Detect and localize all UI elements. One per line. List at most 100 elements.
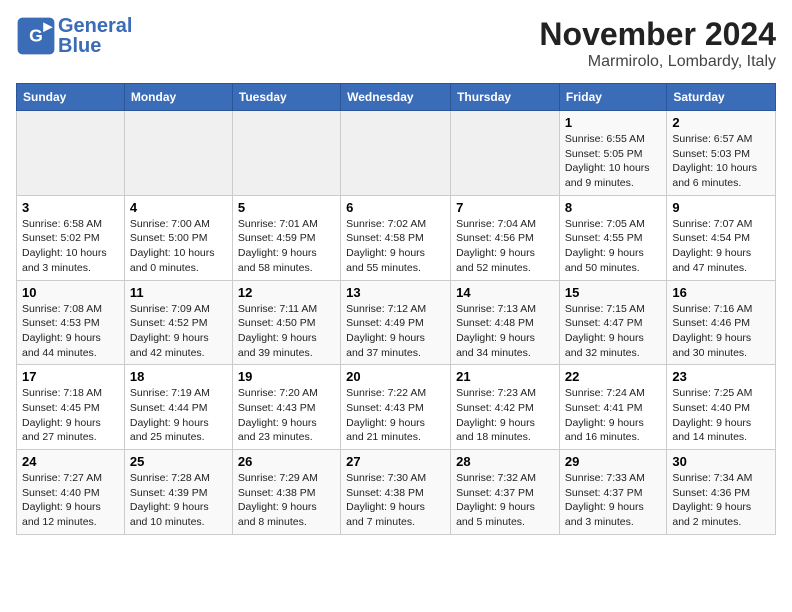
day-info: Sunrise: 7:02 AM Sunset: 4:58 PM Dayligh… [346, 217, 445, 276]
calendar-cell: 29 Sunrise: 7:33 AM Sunset: 4:37 PM Dayli… [559, 450, 666, 535]
day-number: 29 [565, 454, 661, 469]
day-number: 11 [130, 285, 227, 300]
day-number: 23 [672, 369, 770, 384]
calendar-cell: 13 Sunrise: 7:12 AM Sunset: 4:49 PM Dayli… [341, 280, 451, 365]
calendar-week-1: 1Sunrise: 6:55 AM Sunset: 5:05 PM Daylig… [17, 111, 776, 196]
day-number: 7 [456, 200, 554, 215]
calendar-cell: 19Sunrise: 7:20 AM Sunset: 4:43 PM Dayli… [232, 365, 340, 450]
calendar-cell: 23 Sunrise: 7:25 AM Sunset: 4:40 PM Dayli… [667, 365, 776, 450]
calendar-cell: 15Sunrise: 7:15 AM Sunset: 4:47 PM Dayli… [559, 280, 666, 365]
day-number: 30 [672, 454, 770, 469]
day-info: Sunrise: 7:16 AM Sunset: 4:46 PM Dayligh… [672, 302, 770, 361]
calendar-cell: 27 Sunrise: 7:30 AM Sunset: 4:38 PM Dayli… [341, 450, 451, 535]
calendar-cell: 25 Sunrise: 7:28 AM Sunset: 4:39 PM Dayli… [124, 450, 232, 535]
weekday-header-row: SundayMondayTuesdayWednesdayThursdayFrid… [17, 84, 776, 111]
calendar-cell [451, 111, 560, 196]
day-info: Sunrise: 7:11 AM Sunset: 4:50 PM Dayligh… [238, 302, 335, 361]
day-number: 9 [672, 200, 770, 215]
weekday-header-monday: Monday [124, 84, 232, 111]
month-title: November 2024 [539, 16, 776, 53]
logo-text: General Blue [58, 16, 132, 56]
day-number: 17 [22, 369, 119, 384]
location-title: Marmirolo, Lombardy, Italy [539, 53, 776, 71]
day-number: 10 [22, 285, 119, 300]
day-number: 2 [672, 115, 770, 130]
calendar-header: SundayMondayTuesdayWednesdayThursdayFrid… [17, 84, 776, 111]
logo-icon: G [16, 16, 56, 56]
day-info: Sunrise: 7:05 AM Sunset: 4:55 PM Dayligh… [565, 217, 661, 276]
page-header: G General Blue November 2024 Marmirolo, … [16, 16, 776, 71]
day-info: Sunrise: 7:24 AM Sunset: 4:41 PM Dayligh… [565, 386, 661, 445]
day-number: 5 [238, 200, 335, 215]
calendar-cell: 20Sunrise: 7:22 AM Sunset: 4:43 PM Dayli… [341, 365, 451, 450]
day-number: 25 [130, 454, 227, 469]
day-info: Sunrise: 7:19 AM Sunset: 4:44 PM Dayligh… [130, 386, 227, 445]
day-info: Sunrise: 7:08 AM Sunset: 4:53 PM Dayligh… [22, 302, 119, 361]
weekday-header-thursday: Thursday [451, 84, 560, 111]
day-info: Sunrise: 7:25 AM Sunset: 4:40 PM Dayligh… [672, 386, 770, 445]
day-number: 15 [565, 285, 661, 300]
day-number: 21 [456, 369, 554, 384]
calendar-cell: 8 Sunrise: 7:05 AM Sunset: 4:55 PM Daylig… [559, 195, 666, 280]
day-info: Sunrise: 6:57 AM Sunset: 5:03 PM Dayligh… [672, 132, 770, 191]
calendar-cell: 26 Sunrise: 7:29 AM Sunset: 4:38 PM Dayli… [232, 450, 340, 535]
calendar-cell: 24Sunrise: 7:27 AM Sunset: 4:40 PM Dayli… [17, 450, 125, 535]
day-info: Sunrise: 7:01 AM Sunset: 4:59 PM Dayligh… [238, 217, 335, 276]
day-info: Sunrise: 7:12 AM Sunset: 4:49 PM Dayligh… [346, 302, 445, 361]
calendar-cell: 3Sunrise: 6:58 AM Sunset: 5:02 PM Daylig… [17, 195, 125, 280]
day-info: Sunrise: 7:32 AM Sunset: 4:37 PM Dayligh… [456, 471, 554, 530]
calendar-cell: 7 Sunrise: 7:04 AM Sunset: 4:56 PM Daylig… [451, 195, 560, 280]
day-info: Sunrise: 7:29 AM Sunset: 4:38 PM Dayligh… [238, 471, 335, 530]
weekday-header-tuesday: Tuesday [232, 84, 340, 111]
day-info: Sunrise: 7:30 AM Sunset: 4:38 PM Dayligh… [346, 471, 445, 530]
day-number: 8 [565, 200, 661, 215]
calendar-cell [124, 111, 232, 196]
calendar-cell: 9 Sunrise: 7:07 AM Sunset: 4:54 PM Daylig… [667, 195, 776, 280]
calendar-table: SundayMondayTuesdayWednesdayThursdayFrid… [16, 83, 776, 535]
day-info: Sunrise: 7:00 AM Sunset: 5:00 PM Dayligh… [130, 217, 227, 276]
day-number: 27 [346, 454, 445, 469]
day-number: 18 [130, 369, 227, 384]
calendar-cell: 30 Sunrise: 7:34 AM Sunset: 4:36 PM Dayli… [667, 450, 776, 535]
calendar-cell: 22 Sunrise: 7:24 AM Sunset: 4:41 PM Dayli… [559, 365, 666, 450]
calendar-cell: 4 Sunrise: 7:00 AM Sunset: 5:00 PM Daylig… [124, 195, 232, 280]
day-info: Sunrise: 6:58 AM Sunset: 5:02 PM Dayligh… [22, 217, 119, 276]
calendar-cell: 2 Sunrise: 6:57 AM Sunset: 5:03 PM Daylig… [667, 111, 776, 196]
calendar-cell: 6Sunrise: 7:02 AM Sunset: 4:58 PM Daylig… [341, 195, 451, 280]
calendar-cell [232, 111, 340, 196]
weekday-header-friday: Friday [559, 84, 666, 111]
day-info: Sunrise: 7:27 AM Sunset: 4:40 PM Dayligh… [22, 471, 119, 530]
calendar-cell: 5 Sunrise: 7:01 AM Sunset: 4:59 PM Daylig… [232, 195, 340, 280]
day-info: Sunrise: 7:09 AM Sunset: 4:52 PM Dayligh… [130, 302, 227, 361]
day-number: 26 [238, 454, 335, 469]
calendar-cell: 14Sunrise: 7:13 AM Sunset: 4:48 PM Dayli… [451, 280, 560, 365]
day-info: Sunrise: 7:07 AM Sunset: 4:54 PM Dayligh… [672, 217, 770, 276]
day-info: Sunrise: 7:34 AM Sunset: 4:36 PM Dayligh… [672, 471, 770, 530]
day-number: 22 [565, 369, 661, 384]
calendar-cell: 28 Sunrise: 7:32 AM Sunset: 4:37 PM Dayli… [451, 450, 560, 535]
day-info: Sunrise: 7:33 AM Sunset: 4:37 PM Dayligh… [565, 471, 661, 530]
calendar-cell [341, 111, 451, 196]
calendar-cell: 10 Sunrise: 7:08 AM Sunset: 4:53 PM Dayli… [17, 280, 125, 365]
logo: G General Blue [16, 16, 132, 56]
calendar-cell: 17Sunrise: 7:18 AM Sunset: 4:45 PM Dayli… [17, 365, 125, 450]
calendar-cell: 16Sunrise: 7:16 AM Sunset: 4:46 PM Dayli… [667, 280, 776, 365]
day-info: Sunrise: 7:04 AM Sunset: 4:56 PM Dayligh… [456, 217, 554, 276]
calendar-cell: 11 Sunrise: 7:09 AM Sunset: 4:52 PM Dayli… [124, 280, 232, 365]
logo-general: General [58, 15, 132, 37]
calendar-cell: 18 Sunrise: 7:19 AM Sunset: 4:44 PM Dayli… [124, 365, 232, 450]
calendar-week-3: 10 Sunrise: 7:08 AM Sunset: 4:53 PM Dayli… [17, 280, 776, 365]
day-number: 13 [346, 285, 445, 300]
day-number: 28 [456, 454, 554, 469]
day-number: 12 [238, 285, 335, 300]
day-info: Sunrise: 7:13 AM Sunset: 4:48 PM Dayligh… [456, 302, 554, 361]
weekday-header-saturday: Saturday [667, 84, 776, 111]
day-info: Sunrise: 7:22 AM Sunset: 4:43 PM Dayligh… [346, 386, 445, 445]
day-info: Sunrise: 7:20 AM Sunset: 4:43 PM Dayligh… [238, 386, 335, 445]
day-number: 4 [130, 200, 227, 215]
day-info: Sunrise: 7:28 AM Sunset: 4:39 PM Dayligh… [130, 471, 227, 530]
calendar-week-5: 24Sunrise: 7:27 AM Sunset: 4:40 PM Dayli… [17, 450, 776, 535]
day-info: Sunrise: 7:23 AM Sunset: 4:42 PM Dayligh… [456, 386, 554, 445]
weekday-header-sunday: Sunday [17, 84, 125, 111]
title-section: November 2024 Marmirolo, Lombardy, Italy [539, 16, 776, 71]
